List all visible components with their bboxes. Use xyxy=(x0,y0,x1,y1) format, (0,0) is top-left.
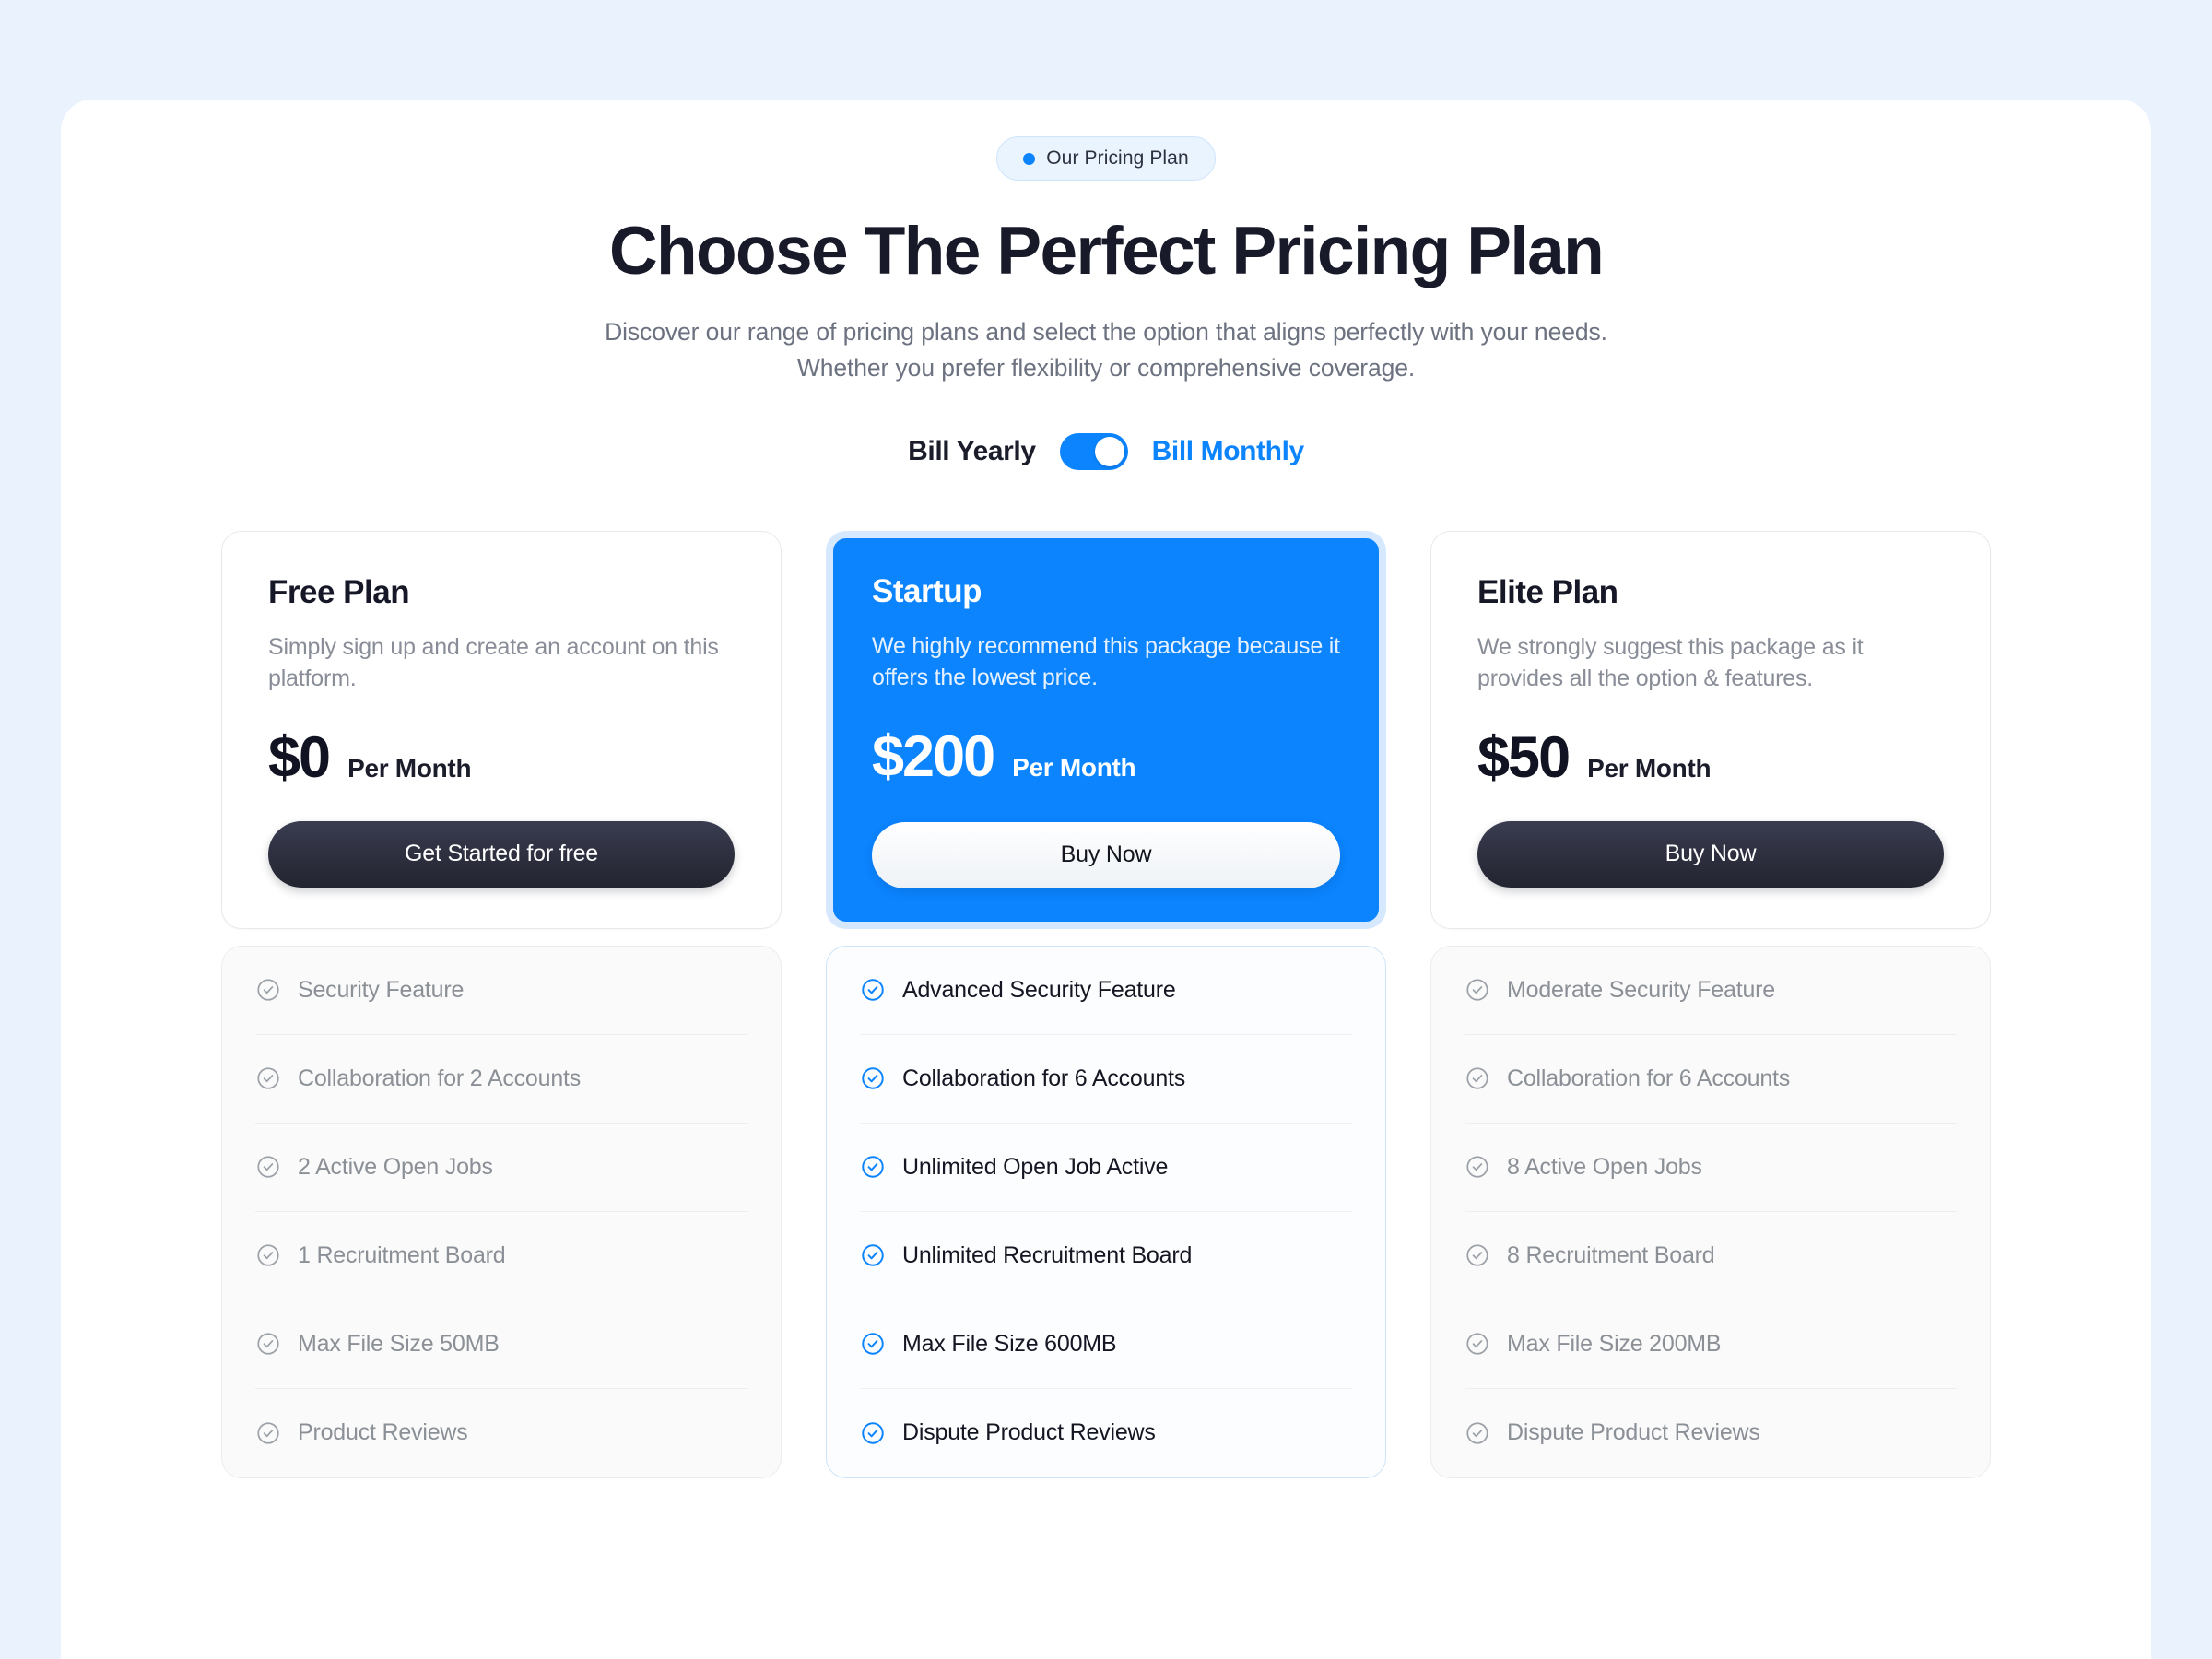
feature-label: 8 Recruitment Board xyxy=(1507,1241,1715,1268)
feature-item: 2 Active Open Jobs xyxy=(255,1124,747,1212)
circle-check-icon xyxy=(1466,1333,1488,1355)
feature-item: 8 Active Open Jobs xyxy=(1465,1124,1957,1212)
plan-name: Startup xyxy=(872,572,982,609)
circle-check-icon xyxy=(257,1156,279,1178)
plan-cta-button-elite[interactable]: Buy Now xyxy=(1477,820,1944,888)
plan-card-free: Free Plan Simply sign up and create an a… xyxy=(221,530,782,929)
plan-price: $200 xyxy=(872,724,995,789)
plan-period: Per Month xyxy=(1012,752,1136,782)
feature-label: Max File Size 200MB xyxy=(1507,1330,1722,1357)
plan-column-elite: Elite Plan We strongly suggest this pack… xyxy=(1430,530,1991,1478)
feature-item: Unlimited Open Job Active xyxy=(860,1124,1352,1212)
plan-price-row: $200 Per Month xyxy=(872,724,1340,789)
plan-cta-button-startup[interactable]: Buy Now xyxy=(872,821,1340,888)
feature-label: Max File Size 50MB xyxy=(298,1330,500,1357)
page-subtitle: Discover our range of pricing plans and … xyxy=(605,318,1607,382)
feature-label: 1 Recruitment Board xyxy=(298,1241,506,1268)
plan-description: We highly recommend this package because… xyxy=(872,632,1340,690)
pricing-plans-grid: Free Plan Simply sign up and create an a… xyxy=(61,530,2151,1478)
feature-label: Unlimited Open Job Active xyxy=(902,1153,1169,1180)
feature-label: 8 Active Open Jobs xyxy=(1507,1153,1702,1180)
pricing-header: Our Pricing Plan Choose The Perfect Pric… xyxy=(61,100,2151,470)
feature-item: Unlimited Recruitment Board xyxy=(860,1212,1352,1300)
section-badge-label: Our Pricing Plan xyxy=(1046,147,1189,169)
plan-price-row: $50 Per Month xyxy=(1477,724,1944,790)
feature-label: Collaboration for 6 Accounts xyxy=(902,1065,1186,1091)
feature-item: Max File Size 50MB xyxy=(255,1300,747,1389)
feature-item: Product Reviews xyxy=(255,1389,747,1477)
feature-item: Collaboration for 6 Accounts xyxy=(1465,1035,1957,1124)
circle-check-icon xyxy=(862,1421,884,1444)
feature-item: Dispute Product Reviews xyxy=(1465,1389,1957,1477)
feature-item: Moderate Security Feature xyxy=(1465,947,1957,1035)
circle-check-icon xyxy=(257,1244,279,1266)
plan-description: We strongly suggest this package as it p… xyxy=(1477,633,1864,691)
circle-check-icon xyxy=(1466,979,1488,1001)
circle-check-icon xyxy=(862,1333,884,1355)
circle-check-icon xyxy=(1466,1244,1488,1266)
plan-period: Per Month xyxy=(1587,753,1712,782)
feature-list-startup: Advanced Security Feature Collaboration … xyxy=(826,945,1386,1478)
plan-name: Elite Plan xyxy=(1477,573,1618,610)
circle-check-icon xyxy=(257,1333,279,1355)
plan-card-elite: Elite Plan We strongly suggest this pack… xyxy=(1430,530,1991,929)
feature-list-elite: Moderate Security Feature Collaboration … xyxy=(1430,945,1991,1478)
plan-price-row: $0 Per Month xyxy=(268,724,735,790)
feature-label: Collaboration for 6 Accounts xyxy=(1507,1065,1791,1091)
feature-item: Collaboration for 6 Accounts xyxy=(860,1035,1352,1124)
feature-label: Advanced Security Feature xyxy=(902,976,1176,1003)
circle-check-icon xyxy=(257,1067,279,1089)
circle-check-icon xyxy=(862,979,884,1001)
billing-toggle-switch[interactable] xyxy=(1059,432,1128,470)
circle-check-icon xyxy=(1466,1422,1488,1444)
feature-item: 8 Recruitment Board xyxy=(1465,1212,1957,1300)
circle-check-icon xyxy=(862,1067,884,1089)
feature-label: Collaboration for 2 Accounts xyxy=(298,1065,582,1091)
feature-item: Advanced Security Feature xyxy=(860,947,1352,1035)
circle-check-icon xyxy=(862,1156,884,1178)
feature-item: Max File Size 600MB xyxy=(860,1300,1352,1389)
bill-yearly-label[interactable]: Bill Yearly xyxy=(908,436,1036,467)
plan-column-free: Free Plan Simply sign up and create an a… xyxy=(221,530,782,1478)
plan-cta-button-free[interactable]: Get Started for free xyxy=(268,820,735,888)
feature-item: 1 Recruitment Board xyxy=(255,1212,747,1300)
plan-description: Simply sign up and create an account on … xyxy=(268,633,719,691)
feature-label: Product Reviews xyxy=(298,1419,468,1446)
feature-item: Security Feature xyxy=(255,947,747,1035)
feature-label: Dispute Product Reviews xyxy=(902,1419,1156,1446)
feature-label: Max File Size 600MB xyxy=(902,1330,1117,1357)
circle-check-icon xyxy=(862,1244,884,1266)
plan-price: $0 xyxy=(268,724,331,790)
section-badge: Our Pricing Plan xyxy=(996,136,1216,181)
circle-check-icon xyxy=(257,1422,279,1444)
feature-item: Dispute Product Reviews xyxy=(860,1389,1352,1477)
circle-check-icon xyxy=(1466,1156,1488,1178)
plan-column-startup: Startup We highly recommend this package… xyxy=(826,530,1386,1478)
feature-label: 2 Active Open Jobs xyxy=(298,1153,493,1180)
dot-icon xyxy=(1023,152,1036,165)
feature-label: Dispute Product Reviews xyxy=(1507,1419,1760,1446)
pricing-page-panel: Our Pricing Plan Choose The Perfect Pric… xyxy=(61,100,2151,1659)
feature-label: Unlimited Recruitment Board xyxy=(902,1241,1193,1268)
feature-item: Max File Size 200MB xyxy=(1465,1300,1957,1389)
page-title: Choose The Perfect Pricing Plan xyxy=(608,214,1605,288)
feature-label: Security Feature xyxy=(298,976,465,1003)
plan-name: Free Plan xyxy=(268,573,410,610)
feature-item: Collaboration for 2 Accounts xyxy=(255,1035,747,1124)
plan-card-startup: Startup We highly recommend this package… xyxy=(826,530,1386,929)
billing-toggle-knob xyxy=(1094,436,1124,466)
feature-label: Moderate Security Feature xyxy=(1507,976,1775,1003)
billing-toggle-group: Bill Yearly Bill Monthly xyxy=(61,432,2151,470)
plan-price: $50 xyxy=(1477,724,1571,790)
circle-check-icon xyxy=(257,979,279,1001)
feature-list-free: Security Feature Collaboration for 2 Acc… xyxy=(221,945,782,1478)
plan-period: Per Month xyxy=(347,753,472,782)
bill-monthly-label[interactable]: Bill Monthly xyxy=(1152,436,1305,467)
circle-check-icon xyxy=(1466,1067,1488,1089)
